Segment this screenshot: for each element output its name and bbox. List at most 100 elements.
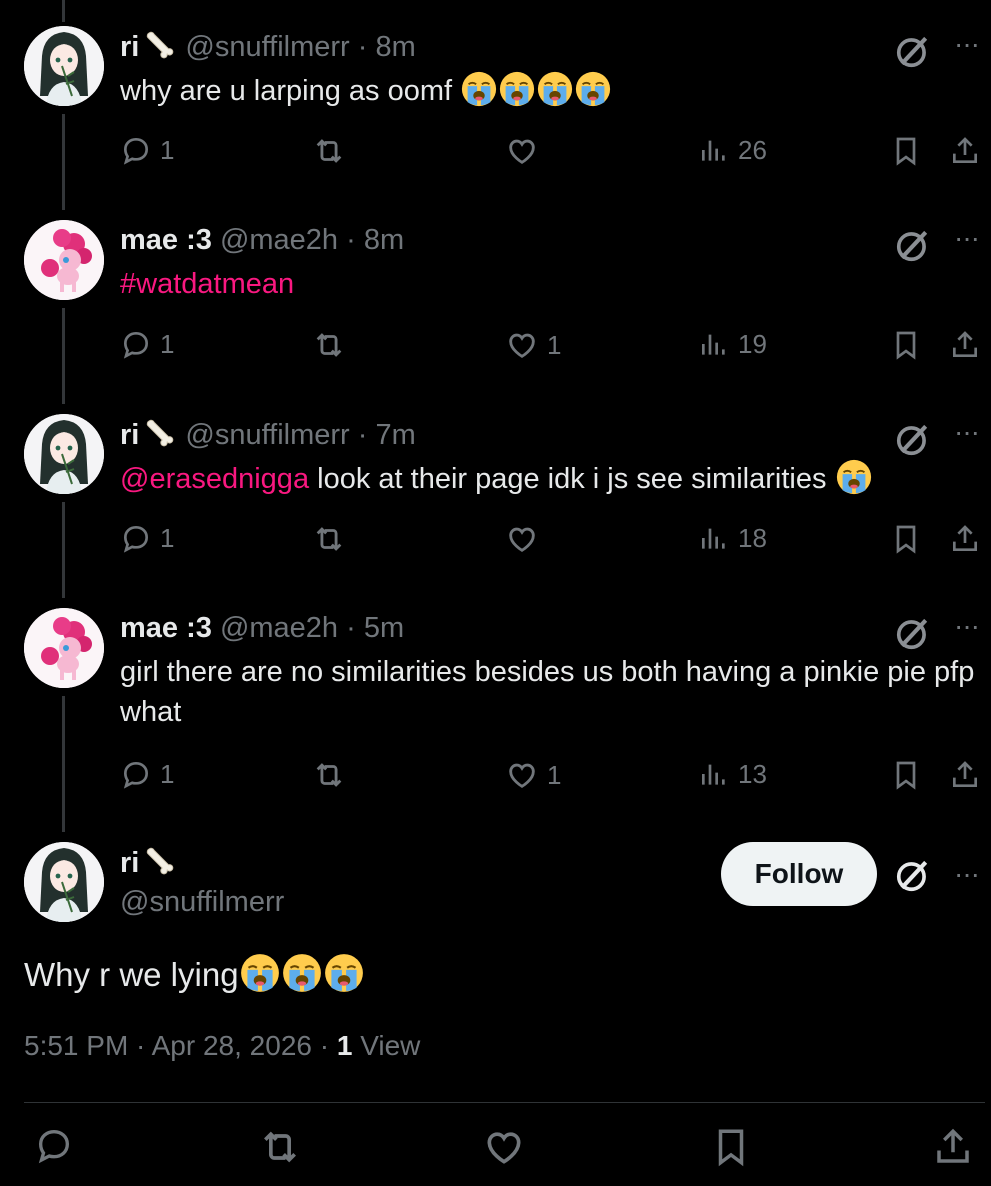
like-button[interactable]: 1 [505,758,561,792]
timestamp[interactable]: · 8m [358,31,416,63]
reply-count: 1 [160,134,175,165]
bookmark-button[interactable] [890,134,922,168]
repost-button[interactable] [258,1125,302,1169]
reply-tweet[interactable]: ri @snuffilmerr · 7m ··· @erasednigga lo… [0,414,991,574]
reply-icon [120,134,152,166]
timestamp[interactable]: · 7m [358,419,416,451]
heart-icon [505,134,539,168]
bookmark-button[interactable] [890,758,922,792]
author-name[interactable]: mae :3 [120,612,212,644]
view-count: 26 [738,134,767,165]
action-bar: 1 1 13 [0,758,991,798]
mention-link[interactable]: @erasednigga [120,463,309,495]
reply-count: 1 [160,522,175,553]
share-button[interactable] [949,134,981,168]
repost-button[interactable] [312,758,346,792]
author-name[interactable]: ri [120,31,139,63]
reply-count: 1 [160,758,175,789]
share-button[interactable] [949,758,981,792]
post-timestamp[interactable]: 5:51 PM · Apr 28, 2026 · [24,1030,337,1061]
author-handle[interactable]: @snuffilmerr [185,31,349,63]
more-icon[interactable]: ··· [954,26,980,62]
main-post-text-content: Why r we lying [24,956,239,993]
share-button[interactable] [949,522,981,556]
author-name[interactable]: ri [120,419,139,451]
action-bar: 1 26 [0,134,991,174]
author-handle[interactable]: @snuffilmerr [120,886,284,918]
reply-icon [120,758,152,790]
reply-tweet[interactable]: mae :3 @mae2h · 8m ··· #watdatmean 1 1 1… [0,220,991,380]
bookmark-icon [890,522,922,556]
reply-button[interactable] [34,1125,74,1165]
author-handle[interactable]: @mae2h [220,224,338,256]
reply-button[interactable]: 1 [120,134,174,166]
bookmark-button[interactable] [890,328,922,362]
reply-icon [120,328,152,360]
bookmark-button[interactable] [710,1125,752,1169]
bone-emoji [141,416,177,448]
timestamp[interactable]: · 5m [346,612,404,644]
reply-button[interactable]: 1 [120,522,174,554]
like-button[interactable]: 1 [505,328,561,362]
like-count: 1 [547,759,562,790]
avatar[interactable] [24,220,104,300]
views-button[interactable]: 19 [698,328,767,360]
follow-button[interactable]: Follow [721,842,877,906]
grok-icon[interactable] [894,420,932,458]
like-button[interactable] [482,1125,526,1169]
avatar[interactable] [24,414,104,494]
reply-tweet[interactable]: mae :3 @mae2h · 5m ··· girl there are no… [0,608,991,808]
views-button[interactable]: 18 [698,522,767,554]
more-icon[interactable]: ··· [954,856,980,892]
repost-button[interactable] [312,328,346,362]
more-icon[interactable]: ··· [954,608,980,644]
author-handle[interactable]: @snuffilmerr [185,419,349,451]
reply-tweet[interactable]: ri @snuffilmerr · 8m ··· why are u larpi… [0,26,991,186]
bone-emoji [141,28,177,60]
heart-icon [482,1125,526,1169]
tweet-text-content: girl there are no similarities besides u… [120,656,975,728]
timestamp[interactable]: · 8m [346,224,404,256]
heart-icon [505,522,539,556]
more-icon[interactable]: ··· [954,414,980,450]
avatar[interactable] [24,608,104,688]
more-icon[interactable]: ··· [954,220,980,256]
loudly-crying-face-emoji [323,952,365,994]
bookmark-icon [710,1125,752,1169]
share-icon [949,522,981,556]
views-chart-icon [698,134,730,166]
bookmark-button[interactable] [890,522,922,556]
reply-button[interactable]: 1 [120,328,174,360]
main-post-handle-row: @snuffilmerr [120,884,284,920]
tweet-header: mae :3 @mae2h · 8m [120,222,404,258]
author-name[interactable]: ri [120,847,139,879]
author-handle[interactable]: @mae2h [220,612,338,644]
repost-icon [312,328,346,362]
tweet-header: mae :3 @mae2h · 5m [120,610,404,646]
main-post-text: Why r we lying [24,952,365,997]
loudly-crying-face-emoji [281,952,323,994]
avatar[interactable] [24,26,104,106]
grok-icon[interactable] [894,614,932,652]
share-button[interactable] [949,328,981,362]
views-button[interactable]: 13 [698,758,767,790]
like-button[interactable] [505,134,547,168]
avatar[interactable] [24,842,104,922]
hashtag-link[interactable]: #watdatmean [120,268,294,300]
repost-icon [312,134,346,168]
views-button[interactable]: 26 [698,134,767,166]
tweet-text-content: look at their page idk i js see similari… [309,463,827,495]
grok-icon[interactable] [894,32,932,70]
main-post: ri @snuffilmerr Follow ··· [0,842,991,932]
share-icon [949,328,981,362]
reply-button[interactable]: 1 [120,758,174,790]
bookmark-icon [890,134,922,168]
like-count: 1 [547,329,562,360]
like-button[interactable] [505,522,547,556]
grok-icon[interactable] [894,856,932,894]
author-name[interactable]: mae :3 [120,224,212,256]
repost-button[interactable] [312,522,346,556]
grok-icon[interactable] [894,226,932,264]
repost-button[interactable] [312,134,346,168]
share-button[interactable] [932,1125,974,1169]
